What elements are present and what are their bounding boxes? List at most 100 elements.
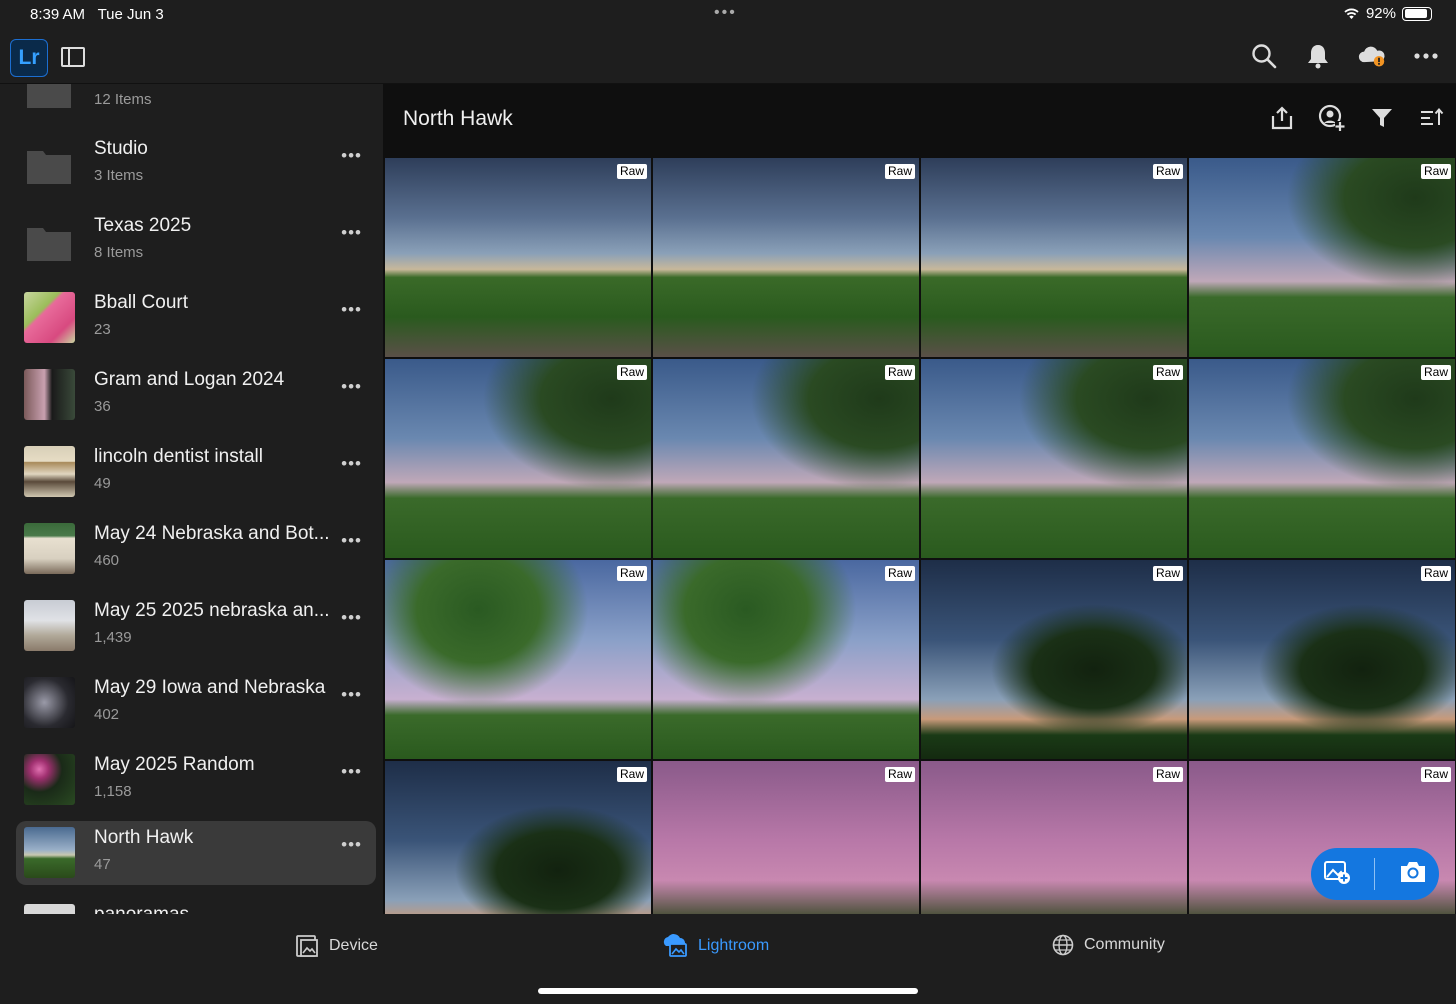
more-icon[interactable]: ••• <box>341 84 362 90</box>
album-count: 23 <box>94 321 111 338</box>
multitask-dots[interactable]: ••• <box>714 4 737 22</box>
album-count: 402 <box>94 706 120 723</box>
tab-device[interactable]: Device <box>295 934 378 958</box>
album-item[interactable]: panoramas <box>16 898 376 914</box>
lightroom-logo[interactable]: Lr <box>10 39 48 77</box>
more-icon[interactable]: ••• <box>341 223 362 243</box>
album-thumbnail <box>24 677 75 728</box>
album-sidebar: 12 Items ••• Studio 3 Items ••• Texas 20… <box>0 84 383 914</box>
more-icon[interactable]: ••• <box>341 531 362 551</box>
album-name: lincoln dentist install <box>94 446 263 467</box>
album-count: 49 <box>94 475 111 492</box>
search-icon[interactable] <box>1250 42 1278 70</box>
more-icon[interactable]: ••• <box>341 454 362 474</box>
photo-thumbnail[interactable]: Raw <box>1189 560 1455 759</box>
sidebar-toggle-icon[interactable] <box>61 47 85 67</box>
tab-community[interactable]: Community <box>1052 934 1165 956</box>
album-count: 12 Items <box>94 91 152 108</box>
album-item[interactable]: Bball Court 23 ••• <box>16 286 376 350</box>
album-item[interactable]: May 25 2025 nebraska an... 1,439 ••• <box>16 594 376 658</box>
album-title: North Hawk <box>403 107 513 130</box>
app-toolbar: Lr <box>0 30 1456 84</box>
folder-icon <box>27 151 71 184</box>
bell-icon[interactable] <box>1304 42 1332 70</box>
album-name: May 2025 Random <box>94 754 255 775</box>
album-item[interactable]: lincoln dentist install 49 ••• <box>16 440 376 504</box>
raw-badge: Raw <box>1152 566 1183 581</box>
album-item[interactable]: 12 Items ••• <box>16 84 376 120</box>
globe-icon <box>1052 934 1074 956</box>
import-camera-fab[interactable] <box>1311 848 1439 900</box>
photo-thumbnail[interactable]: Raw <box>385 359 651 558</box>
tab-community-label: Community <box>1084 936 1165 953</box>
album-thumbnail <box>24 446 75 497</box>
battery-icon <box>1402 6 1432 21</box>
raw-badge: Raw <box>884 164 915 179</box>
album-name: May 24 Nebraska and Bot... <box>94 523 330 544</box>
album-item[interactable]: Studio 3 Items ••• <box>16 132 376 196</box>
status-time: 8:39 AM Tue Jun 3 <box>30 6 164 23</box>
album-count: 460 <box>94 552 120 569</box>
more-icon[interactable]: ••• <box>341 300 362 320</box>
album-thumbnail <box>24 600 75 651</box>
photo-thumbnail[interactable]: Raw <box>1189 359 1455 558</box>
wifi-icon <box>1344 8 1359 19</box>
more-options-icon[interactable] <box>1412 42 1440 70</box>
raw-badge: Raw <box>616 566 647 581</box>
more-icon[interactable]: ••• <box>341 377 362 397</box>
bottom-tab-bar: Device Lightroom Community <box>0 914 1456 1004</box>
more-icon[interactable]: ••• <box>341 608 362 628</box>
album-item[interactable]: May 29 Iowa and Nebraska 402 ••• <box>16 671 376 735</box>
raw-badge: Raw <box>1152 365 1183 380</box>
raw-badge: Raw <box>1420 365 1451 380</box>
add-photo-icon[interactable] <box>1323 859 1351 890</box>
sort-icon[interactable] <box>1418 104 1446 132</box>
photo-thumbnail[interactable]: Raw <box>653 761 919 914</box>
album-thumbnail <box>24 292 75 343</box>
more-icon[interactable]: ••• <box>341 835 362 855</box>
folder-icon <box>27 228 71 261</box>
album-thumbnail <box>24 754 75 805</box>
album-item[interactable]: May 24 Nebraska and Bot... 460 ••• <box>16 517 376 581</box>
photo-thumbnail[interactable]: Raw <box>653 560 919 759</box>
album-item[interactable]: Texas 2025 8 Items ••• <box>16 209 376 273</box>
cloud-sync-warning-icon[interactable] <box>1358 42 1386 70</box>
folder-icon <box>27 84 71 108</box>
album-item[interactable]: May 2025 Random 1,158 ••• <box>16 748 376 812</box>
album-name: May 25 2025 nebraska an... <box>94 600 330 621</box>
home-indicator <box>538 988 918 994</box>
album-item-selected[interactable]: North Hawk 47 ••• <box>16 821 376 885</box>
album-name: North Hawk <box>94 827 194 848</box>
raw-badge: Raw <box>616 365 647 380</box>
camera-icon[interactable] <box>1398 860 1428 889</box>
raw-badge: Raw <box>884 767 915 782</box>
photo-thumbnail[interactable]: Raw <box>921 359 1187 558</box>
photo-thumbnail[interactable]: Raw <box>921 158 1187 357</box>
raw-badge: Raw <box>884 566 915 581</box>
photo-thumbnail[interactable]: Raw <box>385 761 651 914</box>
filter-icon[interactable] <box>1368 104 1396 132</box>
photo-thumbnail[interactable]: Raw <box>653 158 919 357</box>
album-count: 3 Items <box>94 167 144 184</box>
share-icon[interactable] <box>1268 104 1296 132</box>
album-count: 47 <box>94 856 111 873</box>
more-icon[interactable]: ••• <box>341 146 362 166</box>
battery-percent: 92% <box>1365 5 1396 22</box>
photo-thumbnail[interactable]: Raw <box>385 158 651 357</box>
tab-lightroom[interactable]: Lightroom <box>662 934 769 958</box>
album-count: 1,439 <box>94 629 132 646</box>
more-icon[interactable]: ••• <box>341 685 362 705</box>
photo-thumbnail[interactable]: Raw <box>1189 158 1455 357</box>
add-people-icon[interactable] <box>1318 104 1346 132</box>
raw-badge: Raw <box>1420 164 1451 179</box>
album-count: 1,158 <box>94 783 132 800</box>
album-count: 8 Items <box>94 244 144 261</box>
photo-thumbnail[interactable]: Raw <box>921 560 1187 759</box>
photo-thumbnail[interactable]: Raw <box>653 359 919 558</box>
album-count: 36 <box>94 398 111 415</box>
photo-thumbnail[interactable]: Raw <box>385 560 651 759</box>
more-icon[interactable]: ••• <box>341 762 362 782</box>
album-item[interactable]: Gram and Logan 2024 36 ••• <box>16 363 376 427</box>
photo-thumbnail[interactable]: Raw <box>921 761 1187 914</box>
device-photos-icon <box>296 935 318 957</box>
